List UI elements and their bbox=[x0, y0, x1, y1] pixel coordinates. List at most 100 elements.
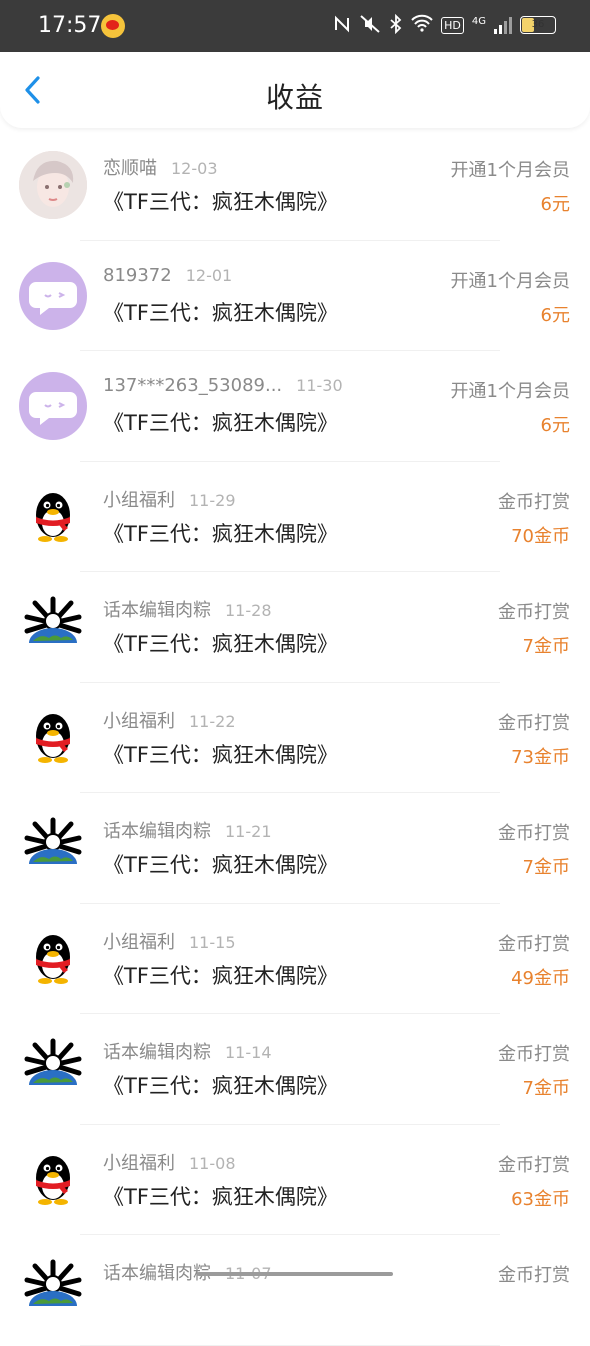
wifi-icon bbox=[411, 14, 433, 36]
sender-name: 话本编辑肉粽 11-14 bbox=[103, 1038, 272, 1064]
book-title: 《TF三代：疯狂木偶院》 bbox=[103, 1184, 338, 1209]
earning-row[interactable]: 话本编辑肉粽 11-14 《TF三代：疯狂木偶院》 金币打赏 7金币 bbox=[0, 1014, 590, 1125]
sender-name-text: 话本编辑肉粽 bbox=[103, 1042, 211, 1063]
sender-name-text: 恋顺喵 bbox=[103, 158, 157, 179]
sender-name: 小组福利 11-15 bbox=[103, 928, 236, 954]
sender-name: 话本编辑肉粽 11-21 bbox=[103, 817, 272, 843]
avatar[interactable] bbox=[19, 151, 87, 219]
book-title: 《TF三代：疯狂木偶院》 bbox=[103, 411, 338, 435]
sender-name: 小组福利 11-08 bbox=[103, 1149, 236, 1175]
earnings-list: 恋顺喵 12-03 《TF三代：疯狂木偶院》 开通1个月会员 6元 819372 12-01… bbox=[0, 130, 590, 1346]
earning-row[interactable]: 819372 12-01 《TF三代：疯狂木偶院》 开通1个月会员 6元 bbox=[0, 241, 590, 351]
date-label: 12-01 bbox=[185, 265, 233, 285]
earning-row[interactable]: 小组福利 11-08 《TF三代：疯狂木偶院》 金币打赏 63金币 bbox=[0, 1125, 590, 1235]
income-amount: 70金币 bbox=[511, 525, 570, 547]
sender-name-text: 话本编辑肉粽 bbox=[103, 600, 211, 621]
book-title: 《TF三代：疯狂木偶院》 bbox=[103, 632, 338, 656]
income-type: 金币打赏 bbox=[498, 491, 570, 513]
date-label: 11-14 bbox=[225, 1043, 272, 1062]
income-type: 开通1个月会员 bbox=[450, 381, 570, 402]
date-label: 11-29 bbox=[189, 490, 236, 510]
income-type: 开通1个月会员 bbox=[450, 160, 570, 181]
avatar[interactable] bbox=[19, 261, 87, 330]
earning-row[interactable]: 小组福利 11-22 《TF三代：疯狂木偶院》 金币打赏 73金币 bbox=[0, 683, 590, 793]
page-title: 收益 bbox=[265, 81, 324, 114]
income-amount: 49金币 bbox=[511, 967, 570, 989]
battery-icon: 36 bbox=[520, 16, 556, 34]
avatar[interactable] bbox=[19, 372, 87, 440]
hd-icon: HD bbox=[441, 16, 464, 34]
income-type: 金币打赏 bbox=[498, 1044, 570, 1065]
income-amount: 7金币 bbox=[522, 1078, 570, 1099]
earning-row[interactable]: 话本编辑肉粽11-07金币打赏 bbox=[0, 1235, 590, 1346]
status-bar: 17:57 HD 4G 36 bbox=[0, 0, 590, 52]
sender-name-text: 819372 bbox=[103, 264, 172, 286]
income-type: 金币打赏 bbox=[498, 1154, 570, 1176]
avatar[interactable] bbox=[19, 593, 87, 661]
income-type: 金币打赏 bbox=[498, 933, 570, 955]
sender-name-text: 小组福利 bbox=[103, 489, 175, 511]
income-amount: 7金币 bbox=[522, 857, 570, 878]
sender-name: 小组福利 11-29 bbox=[103, 486, 236, 512]
book-title: 《TF三代：疯狂木偶院》 bbox=[103, 1074, 338, 1098]
app-header: 收益 bbox=[0, 52, 590, 128]
book-title: 《TF三代：疯狂木偶院》 bbox=[103, 742, 338, 767]
date-label: 11-15 bbox=[189, 932, 236, 952]
avatar[interactable] bbox=[19, 482, 87, 551]
earning-row[interactable]: 137***263_53089... 11-30 《TF三代：疯狂木偶院》 开通1个月… bbox=[0, 351, 590, 462]
income-amount: 73金币 bbox=[511, 746, 570, 768]
sender-name: 137***263_53089... 11-30 bbox=[103, 375, 343, 396]
earning-row[interactable]: 话本编辑肉粽 11-21 《TF三代：疯狂木偶院》 金币打赏 7金币 bbox=[0, 793, 590, 904]
date-label: 11-30 bbox=[296, 376, 343, 395]
income-type: 金币打赏 bbox=[498, 1265, 570, 1286]
status-icons: HD 4G 36 bbox=[333, 13, 556, 36]
sender-name-text: 小组福利 bbox=[103, 710, 175, 732]
income-type: 金币打赏 bbox=[498, 823, 570, 844]
date-label: 12-03 bbox=[171, 159, 218, 178]
earning-row[interactable]: 恋顺喵 12-03 《TF三代：疯狂木偶院》 开通1个月会员 6元 bbox=[0, 130, 590, 241]
income-amount: 6元 bbox=[540, 194, 570, 215]
avatar[interactable] bbox=[19, 703, 87, 772]
book-title: 《TF三代：疯狂木偶院》 bbox=[103, 521, 338, 546]
earning-row[interactable]: 话本编辑肉粽 11-28 《TF三代：疯狂木偶院》 金币打赏 7金币 bbox=[0, 572, 590, 683]
bluetooth-icon bbox=[389, 13, 403, 36]
book-title: 《TF三代：疯狂木偶院》 bbox=[103, 190, 338, 214]
4g-signal-icon: 4G bbox=[471, 16, 486, 27]
sender-name-text: 小组福利 bbox=[103, 1152, 175, 1174]
sender-name-text: 小组福利 bbox=[103, 931, 175, 953]
avatar[interactable] bbox=[19, 1145, 87, 1214]
earning-row[interactable]: 小组福利 11-15 《TF三代：疯狂木偶院》 金币打赏 49金币 bbox=[0, 904, 590, 1014]
avatar[interactable] bbox=[19, 924, 87, 993]
date-label: 11-28 bbox=[225, 601, 272, 620]
sender-name-text: 话本编辑肉粽 bbox=[103, 821, 211, 842]
earning-row[interactable]: 小组福利 11-29 《TF三代：疯狂木偶院》 金币打赏 70金币 bbox=[0, 462, 590, 572]
date-label: 11-21 bbox=[225, 822, 272, 841]
income-type: 金币打赏 bbox=[498, 602, 570, 623]
income-amount: 6元 bbox=[540, 415, 570, 436]
income-amount: 7金币 bbox=[522, 636, 570, 657]
avatar[interactable] bbox=[19, 1256, 87, 1324]
income-type: 金币打赏 bbox=[498, 712, 570, 734]
status-time: 17:57 bbox=[38, 13, 102, 38]
income-type: 开通1个月会员 bbox=[450, 270, 570, 292]
home-indicator[interactable] bbox=[197, 1272, 393, 1276]
income-amount: 6元 bbox=[540, 304, 570, 326]
row-divider bbox=[80, 1344, 500, 1346]
signal-icon bbox=[494, 16, 512, 34]
nfc-icon bbox=[333, 14, 351, 36]
book-title: 《TF三代：疯狂木偶院》 bbox=[103, 963, 338, 988]
sender-name: 话本编辑肉粽 11-28 bbox=[103, 596, 272, 622]
weibo-icon bbox=[101, 14, 125, 38]
book-title: 《TF三代：疯狂木偶院》 bbox=[103, 300, 338, 325]
mute-icon bbox=[359, 14, 381, 36]
sender-name: 小组福利 11-22 bbox=[103, 707, 236, 733]
income-amount: 63金币 bbox=[511, 1188, 570, 1210]
date-label: 11-08 bbox=[189, 1153, 236, 1173]
sender-name-text: 137***263_53089... bbox=[103, 375, 283, 396]
date-label: 11-22 bbox=[189, 711, 236, 731]
book-title: 《TF三代：疯狂木偶院》 bbox=[103, 853, 338, 877]
sender-name-text: 话本编辑肉粽 bbox=[103, 1263, 211, 1284]
avatar[interactable] bbox=[19, 814, 87, 882]
sender-name: 819372 12-01 bbox=[103, 265, 232, 286]
avatar[interactable] bbox=[19, 1035, 87, 1103]
